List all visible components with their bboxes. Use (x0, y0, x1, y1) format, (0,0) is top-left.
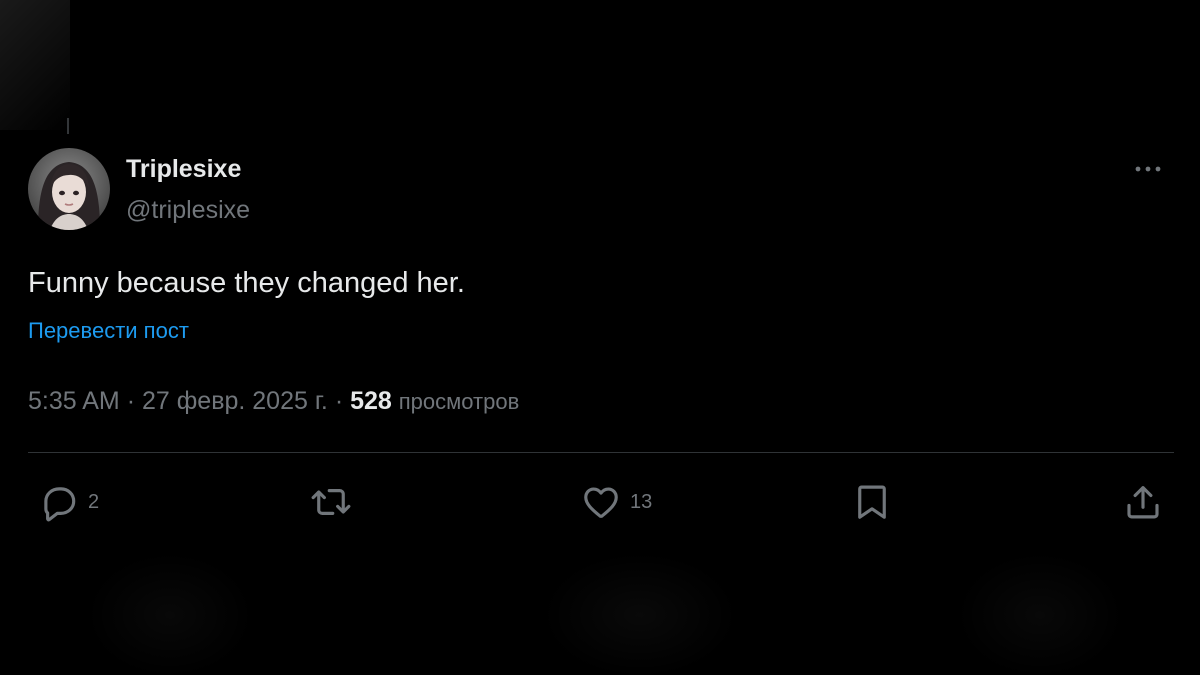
avatar-image (28, 148, 110, 230)
more-options-button[interactable] (1128, 152, 1168, 188)
translate-post-link[interactable]: Перевести пост (28, 318, 189, 344)
retweet-button[interactable] (308, 480, 354, 524)
meta-separator: · (334, 387, 344, 415)
tweet-text: Funny because they changed her. (28, 267, 465, 299)
bookmark-icon (858, 485, 886, 519)
avatar[interactable] (28, 148, 110, 230)
thread-connector-line (67, 118, 69, 134)
views-count[interactable]: 528 (350, 387, 392, 415)
views-label: просмотров (398, 389, 520, 414)
background-bottom-fade (0, 545, 1200, 675)
like-count: 13 (630, 490, 653, 513)
heart-icon (584, 487, 618, 518)
actions-divider (28, 452, 1174, 453)
author-display-name[interactable]: Triplesixe (126, 155, 241, 184)
reply-count: 2 (88, 490, 100, 513)
more-horizontal-icon (1135, 166, 1161, 172)
tweet-time[interactable]: 5:35 AM (28, 387, 120, 415)
share-icon (1127, 486, 1159, 519)
bookmark-button[interactable] (852, 480, 892, 524)
reply-button[interactable]: 2 (38, 480, 99, 524)
share-button[interactable] (1122, 480, 1164, 524)
tweet-date[interactable]: 27 февр. 2025 г. (142, 387, 328, 415)
reply-icon (44, 487, 76, 522)
meta-separator: · (126, 387, 136, 415)
retweet-icon (311, 489, 351, 515)
like-button[interactable]: 13 (580, 480, 652, 524)
background-corner (0, 0, 70, 130)
tweet-metadata: 5:35 AM · 27 февр. 2025 г. · 528 просмот… (28, 387, 519, 416)
author-handle[interactable]: @triplesixe (126, 196, 250, 225)
